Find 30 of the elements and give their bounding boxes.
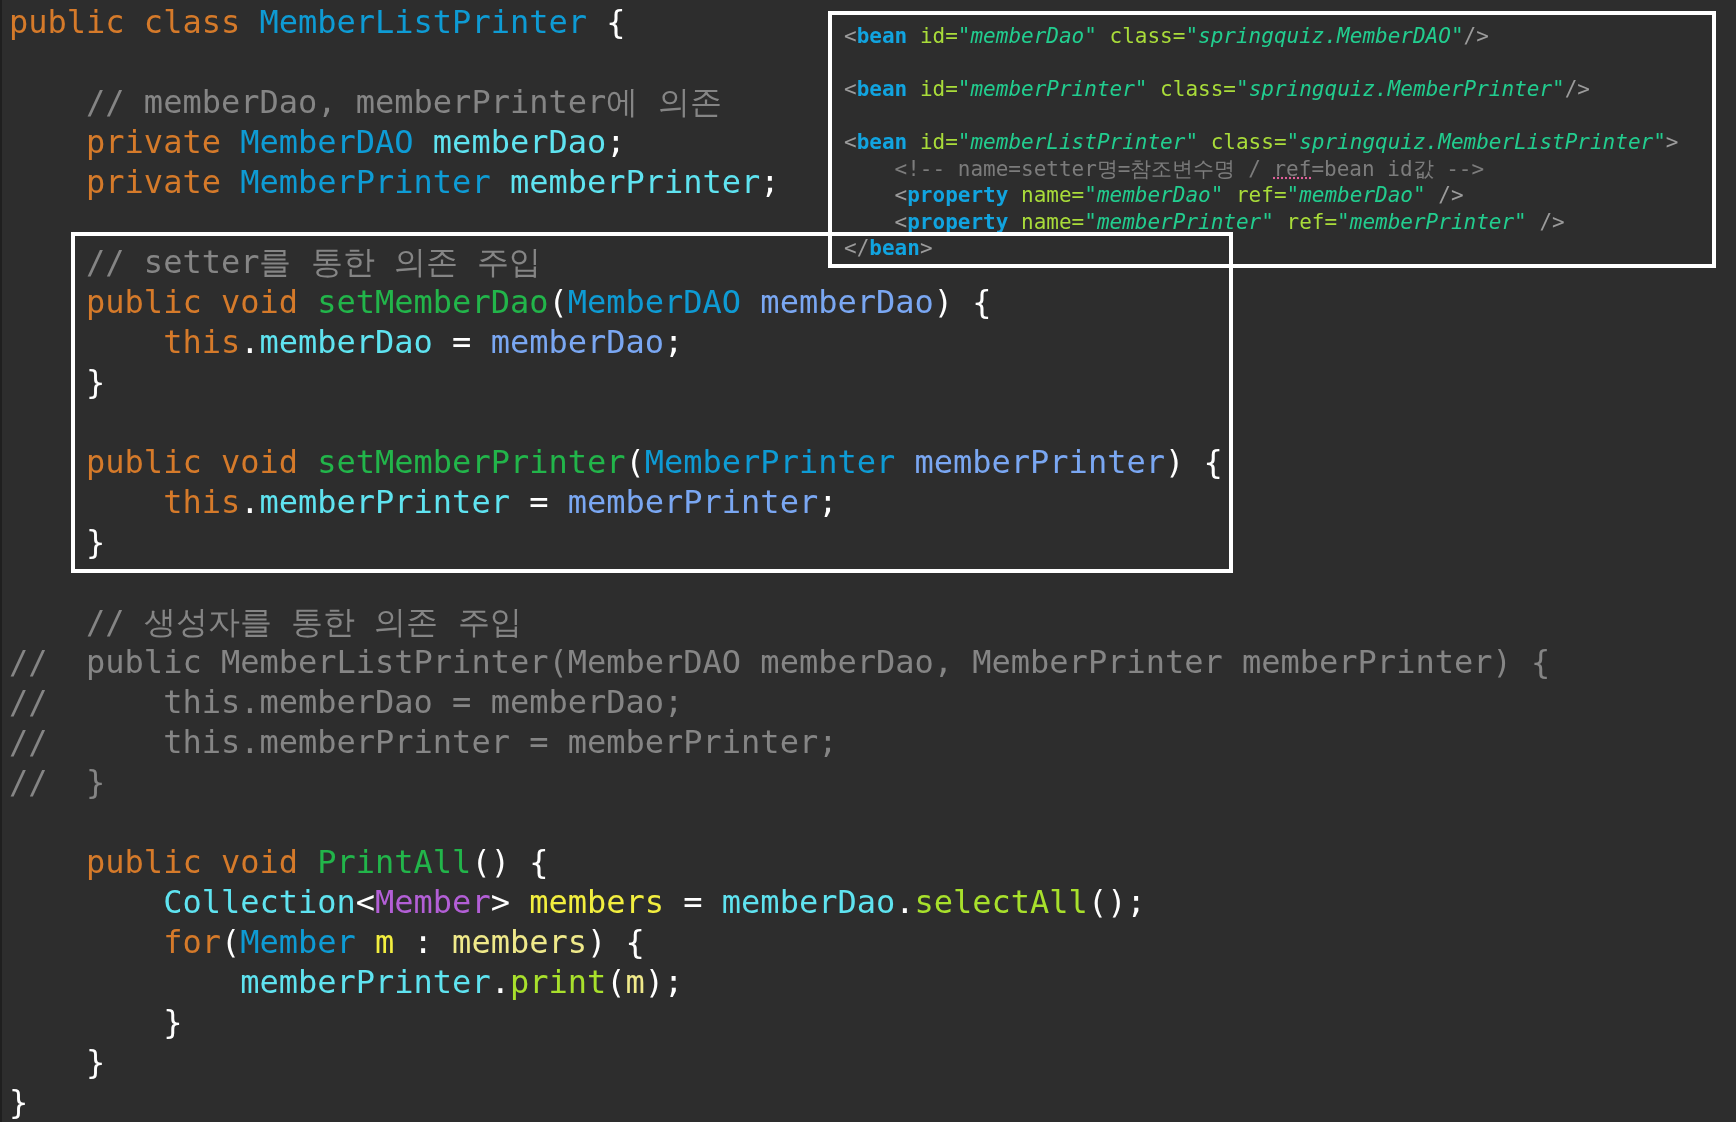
code-line: public class MemberListPrinter {	[9, 2, 626, 42]
xml-line: <property name="memberDao" ref="memberDao" />	[894, 182, 1464, 209]
xml-line: <bean id="memberPrinter" class="springquiz.MemberPrinter"/>	[844, 76, 1590, 103]
code-line: // setter를 통한 의존 주입	[86, 242, 542, 282]
xml-line: <!-- name=setter명=참조변수명 / ref=bean id값 -->	[894, 155, 1485, 182]
code-line: }	[163, 1002, 183, 1042]
code-line: public void setMemberDao(MemberDAO memberDao) {	[86, 282, 992, 322]
code-line: }	[86, 362, 106, 402]
xml-line: <bean id="memberDao" class="springquiz.MemberDAO"/>	[844, 23, 1489, 50]
code-line: public void PrintAll() {	[86, 842, 549, 882]
code-line: for(Member m : members) {	[163, 922, 645, 962]
code-line: public void setMemberPrinter(MemberPrinter memberPrinter) {	[86, 442, 1223, 482]
code-line: }	[86, 522, 106, 562]
code-line: private MemberPrinter memberPrinter;	[86, 162, 780, 202]
code-line: private MemberDAO memberDao;	[86, 122, 626, 162]
xml-line: <property name="memberPrinter" ref="memberPrinter" />	[894, 208, 1565, 235]
code-line: // this.memberDao = memberDao;	[9, 682, 684, 722]
code-line: // }	[9, 762, 106, 802]
xml-line: </bean>	[844, 235, 933, 262]
code-line: Collection<Member> members = memberDao.selectAll();	[163, 882, 1146, 922]
code-line: // public MemberListPrinter(MemberDAO memberDao, MemberPrinter memberPrinter) {	[9, 642, 1551, 682]
code-line: // memberDao, memberPrinter에 의존	[86, 82, 722, 122]
xml-line: <bean id="memberListPrinter" class="springquiz.MemberListPrinter">	[844, 129, 1679, 156]
code-line: }	[86, 1042, 106, 1082]
code-line: // 생성자를 통한 의존 주입	[86, 602, 522, 642]
code-line: }	[9, 1082, 29, 1122]
code-line: // this.memberPrinter = memberPrinter;	[9, 722, 838, 762]
code-line: this.memberDao = memberDao;	[163, 322, 684, 362]
code-line: memberPrinter.print(m);	[240, 962, 684, 1002]
code-line: this.memberPrinter = memberPrinter;	[163, 482, 838, 522]
